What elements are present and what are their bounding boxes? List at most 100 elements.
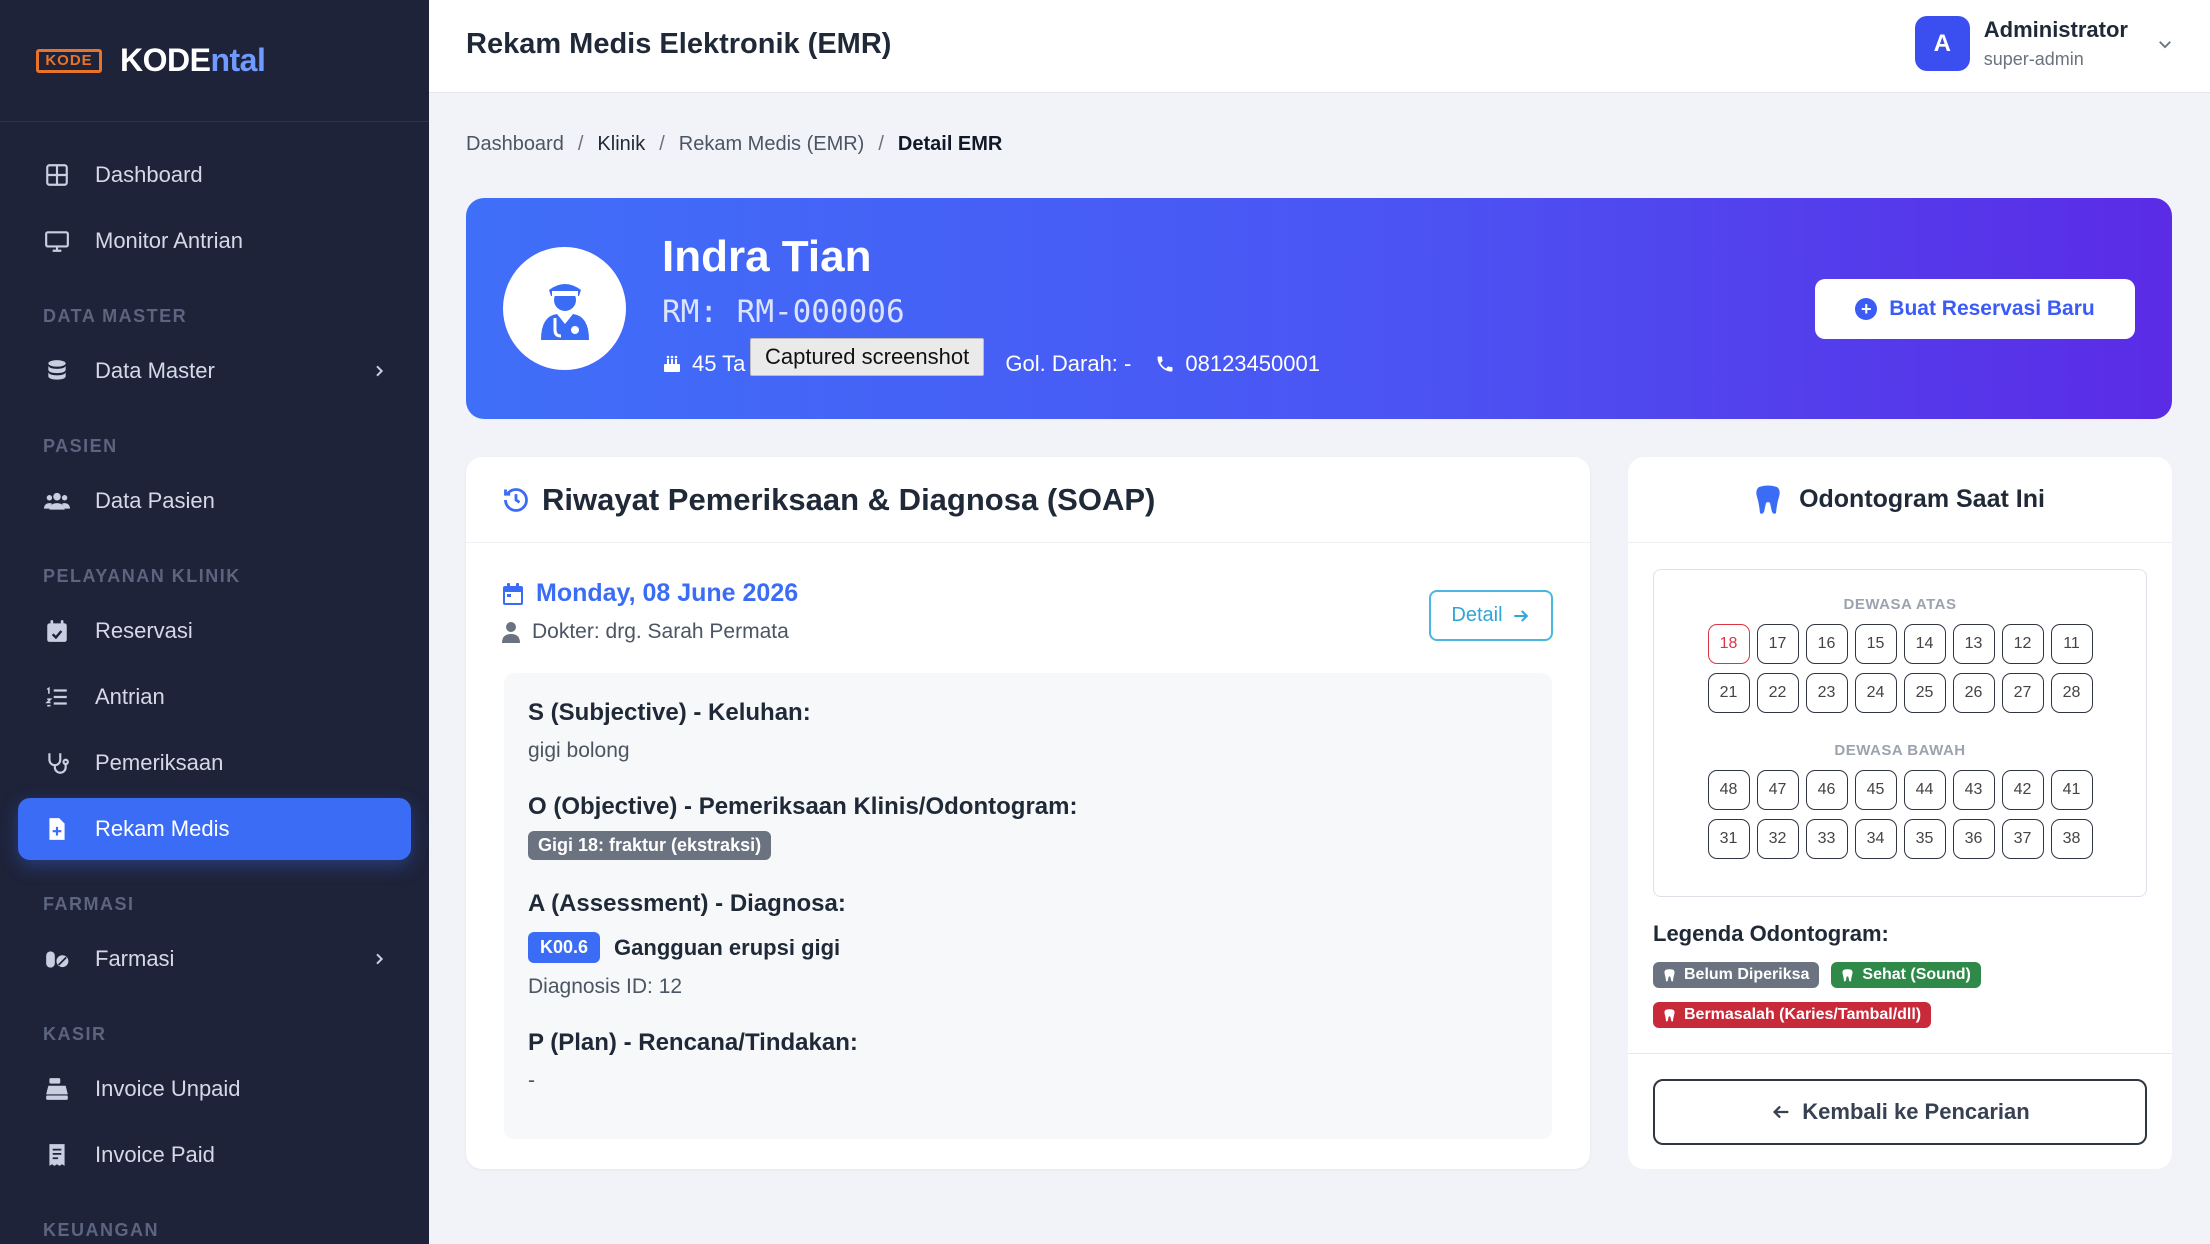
phone-icon (1157, 356, 1173, 372)
calendar-check-icon (44, 618, 70, 644)
tooth-31[interactable]: 31 (1707, 819, 1750, 859)
tooth-11[interactable]: 11 (2050, 624, 2093, 664)
tooth-48[interactable]: 48 (1707, 770, 1750, 810)
sidebar-item-label: Invoice Paid (95, 1142, 215, 1167)
legend-title: Legenda Odontogram: (1653, 921, 1889, 946)
sidebar-item-invoice-paid[interactable]: Invoice Paid (18, 1124, 411, 1186)
history-icon (504, 487, 528, 512)
users-icon (44, 488, 70, 514)
tooth-42[interactable]: 42 (2001, 770, 2044, 810)
tooth-43[interactable]: 43 (1952, 770, 1995, 810)
tooth-41[interactable]: 41 (2050, 770, 2093, 810)
arrow-right-icon (1513, 609, 1528, 622)
sidebar-item-rekam-medis[interactable]: Rekam Medis (18, 798, 411, 860)
tooth-47[interactable]: 47 (1756, 770, 1799, 810)
tooth-27[interactable]: 27 (2001, 673, 2044, 713)
teeth-row: 48 47 46 45 44 43 42 41 (1654, 770, 2146, 810)
tooth-15[interactable]: 15 (1854, 624, 1897, 664)
plan-label: P (Plan) - Rencana/Tindakan: (528, 1029, 858, 1056)
sidebar-item-label: Farmasi (95, 946, 175, 971)
sidebar-item-pemeriksaan[interactable]: Pemeriksaan (18, 732, 411, 794)
receipt-icon (44, 1142, 70, 1168)
avatar: A (1914, 16, 1970, 71)
tooth-44[interactable]: 44 (1903, 770, 1946, 810)
back-to-search-button[interactable]: Kembali ke Pencarian (1653, 1079, 2147, 1145)
tooth-37[interactable]: 37 (2001, 819, 2044, 859)
sidebar-item-farmasi[interactable]: Farmasi (18, 928, 411, 990)
diagnosis-id: Diagnosis ID: 12 (528, 975, 683, 998)
tooth-13[interactable]: 13 (1952, 624, 1995, 664)
nav-section-label: PELAYANAN KLINIK (43, 566, 241, 586)
page-title: Rekam Medis Elektronik (EMR) (466, 28, 892, 60)
user-menu[interactable]: A Administrator super-admin (1914, 16, 2174, 71)
sidebar-item-data-master[interactable]: Data Master (18, 340, 411, 402)
diagnosis-code-badge: K00.6 (528, 932, 601, 963)
breadcrumb-emr[interactable]: Rekam Medis (EMR) (679, 133, 865, 156)
detail-button[interactable]: Detail (1429, 590, 1553, 641)
sidebar-item-reservasi[interactable]: Reservasi (18, 600, 411, 662)
new-reservation-button[interactable]: + Buat Reservasi Baru (1815, 279, 2135, 339)
grid-icon (44, 162, 70, 188)
tooth-23[interactable]: 23 (1805, 673, 1848, 713)
tooth-45[interactable]: 45 (1854, 770, 1897, 810)
tooth-32[interactable]: 32 (1756, 819, 1799, 859)
sidebar-item-label: Invoice Unpaid (95, 1076, 241, 1101)
teeth-row: 31 32 33 34 35 36 37 38 (1654, 819, 2146, 859)
tooth-24[interactable]: 24 (1854, 673, 1897, 713)
pills-icon (44, 946, 70, 972)
divider (1628, 1053, 2172, 1054)
tooth-12[interactable]: 12 (2001, 624, 2044, 664)
plus-circle-icon: + (1855, 298, 1878, 320)
user-name: Administrator (1983, 17, 2128, 42)
tooth-34[interactable]: 34 (1854, 819, 1897, 859)
legend-healthy: Sehat (Sound) (1831, 962, 1981, 988)
tooth-finding-badge: Gigi 18: fraktur (ekstraksi) (528, 831, 772, 860)
breadcrumb-separator: / (577, 133, 584, 155)
nav-section-label: KEUANGAN (43, 1220, 160, 1240)
patient-rm: RM: RM-000006 (662, 294, 905, 330)
tooth-46[interactable]: 46 (1805, 770, 1848, 810)
odontogram-card: Odontogram Saat Ini DEWASA ATAS DEWASA B… (1628, 457, 2172, 1169)
sidebar-item-invoice-unpaid[interactable]: Invoice Unpaid (18, 1058, 411, 1120)
tooth-36[interactable]: 36 (1952, 819, 1995, 859)
patient-blood-type: Gol. Darah: - (1005, 351, 1132, 376)
patient-age: 45 Ta (662, 351, 745, 377)
sidebar-item-label: Rekam Medis (95, 816, 230, 841)
nav-section-label: DATA MASTER (43, 306, 188, 326)
tooth-38[interactable]: 38 (2050, 819, 2093, 859)
soap-history-card: Riwayat Pemeriksaan & Diagnosa (SOAP) Mo… (466, 457, 1590, 1169)
legend-problem: Bermasalah (Karies/Tambal/dll) (1653, 1002, 1932, 1028)
list-ol-icon (44, 684, 70, 710)
tooth-16[interactable]: 16 (1805, 624, 1848, 664)
breadcrumb-klinik[interactable]: Klinik (597, 133, 645, 156)
brand[interactable]: KODE KODEntal (0, 0, 429, 122)
tooth-28[interactable]: 28 (2050, 673, 2093, 713)
soap-body: S (Subjective) - Keluhan: gigi bolong O … (504, 673, 1552, 1139)
breadcrumb-separator: / (659, 133, 665, 155)
tooth-35[interactable]: 35 (1903, 819, 1946, 859)
chevron-down-icon[interactable] (2156, 35, 2174, 53)
user-doctor-icon (540, 283, 589, 340)
tooth-21[interactable]: 21 (1707, 673, 1750, 713)
tooth-22[interactable]: 22 (1756, 673, 1799, 713)
file-medical-icon (44, 816, 70, 842)
breadcrumb-dashboard[interactable]: Dashboard (466, 133, 564, 156)
sidebar-item-monitor-antrian[interactable]: Monitor Antrian (18, 210, 411, 272)
sidebar: KODE KODEntal Dashboard Monitor Antrian DA… (0, 0, 429, 1244)
tooth-18[interactable]: 18 (1707, 624, 1750, 664)
tooth-icon (1842, 968, 1853, 981)
tooth-17[interactable]: 17 (1756, 624, 1799, 664)
diagnosis-name: Gangguan erupsi gigi (614, 934, 841, 960)
sidebar-item-antrian[interactable]: Antrian (18, 666, 411, 728)
tooth-25[interactable]: 25 (1903, 673, 1946, 713)
topbar: Rekam Medis Elektronik (EMR) A Administr… (429, 0, 2210, 93)
user-role: super-admin (1983, 49, 2084, 69)
sidebar-item-data-pasien[interactable]: Data Pasien (18, 470, 411, 532)
sidebar-item-label: Reservasi (95, 618, 193, 643)
tooth-33[interactable]: 33 (1805, 819, 1848, 859)
subjective-value: gigi bolong (528, 739, 630, 762)
sidebar-item-dashboard[interactable]: Dashboard (18, 144, 411, 206)
arrow-left-icon (1773, 1105, 1789, 1119)
tooth-26[interactable]: 26 (1952, 673, 1995, 713)
tooth-14[interactable]: 14 (1903, 624, 1946, 664)
